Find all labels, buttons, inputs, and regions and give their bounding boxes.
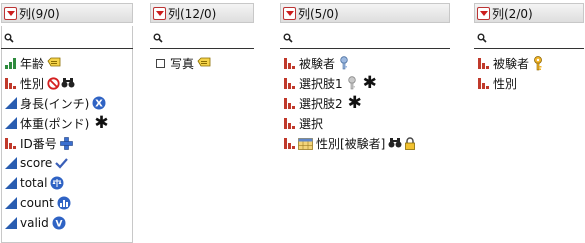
nominal-type-icon	[284, 78, 295, 89]
nominal-type-icon	[5, 78, 16, 89]
column-panel-header: 列(2/0)	[474, 3, 584, 23]
column-label: 体重(ポンド)	[20, 116, 90, 131]
svg-text:V: V	[55, 220, 62, 230]
column-label: 選択	[299, 116, 324, 131]
column-panel-title: 列(12/0)	[168, 6, 217, 21]
column-item-sex[interactable]: 性別	[478, 74, 517, 92]
column-item-total[interactable]: total	[5, 174, 64, 192]
search-icon	[4, 33, 14, 43]
expression-type-icon	[156, 58, 165, 68]
binoculars-icon	[388, 138, 402, 148]
column-panel-1: 列(9/0) 年齢 性別 身長(インチ) X 体重(ポンド) ✱ ID番号 sc…	[1, 3, 133, 243]
asterisk-icon: ✱	[347, 93, 362, 113]
column-search-field[interactable]	[474, 30, 584, 49]
column-label: 年齢	[20, 56, 45, 71]
plus-icon	[59, 136, 73, 150]
checkmark-icon	[55, 158, 69, 169]
column-item-weight[interactable]: 体重(ポンド) ✱	[5, 114, 109, 132]
column-label: 性別[被験者]	[316, 136, 386, 151]
column-item-score[interactable]: score	[5, 154, 69, 172]
nominal-type-icon	[284, 138, 295, 149]
link-id-icon	[347, 76, 356, 90]
nominal-type-icon	[478, 78, 489, 89]
column-search-field[interactable]	[1, 30, 133, 49]
lock-icon	[405, 136, 416, 150]
column-label: 選択肢1	[299, 76, 343, 91]
red-triangle-menu-icon[interactable]	[153, 6, 166, 20]
asterisk-icon: ✱	[362, 73, 377, 93]
link-id-icon	[340, 56, 348, 70]
column-label: score	[20, 156, 53, 170]
column-item-valid[interactable]: valid V	[5, 214, 66, 232]
column-label: 被験者	[299, 56, 336, 71]
column-panel-header: 列(12/0)	[150, 3, 254, 23]
column-label: ID番号	[20, 136, 57, 151]
validation-icon: V	[52, 216, 66, 230]
column-search-field[interactable]	[280, 30, 450, 49]
binoculars-icon	[61, 78, 75, 88]
column-item-choice1[interactable]: 選択肢1 ✱	[284, 74, 377, 92]
search-icon	[153, 33, 163, 43]
column-panel-title: 列(2/0)	[492, 6, 533, 21]
column-panel-header: 列(5/0)	[280, 3, 450, 23]
column-label: 被験者	[493, 56, 530, 71]
column-item-subject[interactable]: 被験者	[284, 54, 350, 72]
red-triangle-menu-icon[interactable]	[283, 6, 296, 20]
column-label: 性別	[20, 76, 45, 91]
column-item-sex-linked[interactable]: 性別[被験者]	[284, 134, 416, 152]
label-tag-icon	[47, 57, 61, 67]
column-item-sex[interactable]: 性別	[5, 74, 75, 92]
search-icon	[283, 33, 293, 43]
continuous-type-icon	[5, 117, 17, 129]
column-panel-title: 列(5/0)	[298, 6, 339, 21]
column-label: total	[20, 176, 48, 190]
column-label: valid	[20, 216, 49, 230]
column-panel-3: 列(5/0) 被験者 選択肢1 ✱ 選択肢2 ✱ 選択 性別[被験者]	[280, 3, 450, 153]
svg-text:X: X	[96, 99, 104, 110]
nominal-type-icon	[284, 58, 295, 69]
nominal-type-icon	[284, 98, 295, 109]
column-label: 性別	[493, 76, 518, 91]
column-item-age[interactable]: 年齢	[5, 54, 61, 72]
key-icon	[534, 55, 542, 70]
column-panel-4: 列(2/0) 被験者 性別	[474, 3, 584, 93]
search-icon	[477, 33, 487, 43]
asterisk-icon: ✱	[94, 113, 109, 133]
column-item-subject[interactable]: 被験者	[478, 54, 544, 72]
nominal-type-icon	[284, 118, 295, 129]
scale-icon	[50, 176, 64, 190]
continuous-type-icon	[5, 97, 17, 109]
column-label: 身長(インチ)	[20, 96, 90, 111]
nominal-type-icon	[478, 58, 489, 69]
nominal-type-icon	[5, 138, 16, 149]
continuous-type-icon	[5, 217, 17, 229]
column-search-field[interactable]	[150, 30, 254, 49]
continuous-type-icon	[5, 157, 17, 169]
no-entry-icon	[47, 76, 60, 90]
column-item-choice[interactable]: 選択	[284, 114, 323, 132]
column-item-id-number[interactable]: ID番号	[5, 134, 73, 152]
linked-table-icon	[298, 138, 313, 150]
label-tag-icon	[197, 57, 211, 67]
x-role-icon: X	[92, 96, 106, 110]
column-item-count[interactable]: count	[5, 194, 71, 212]
frequency-icon	[57, 196, 71, 210]
column-item-photo[interactable]: 写真	[154, 54, 211, 72]
red-triangle-menu-icon[interactable]	[4, 6, 17, 20]
column-item-choice2[interactable]: 選択肢2 ✱	[284, 94, 362, 112]
ordinal-type-icon	[5, 58, 16, 69]
continuous-type-icon	[5, 197, 17, 209]
column-panel-title: 列(9/0)	[19, 6, 60, 21]
column-item-height[interactable]: 身長(インチ) X	[5, 94, 106, 112]
column-panel-2: 列(12/0) 写真	[150, 3, 254, 73]
column-panel-header: 列(9/0)	[1, 3, 133, 23]
column-label: 選択肢2	[299, 96, 343, 111]
red-triangle-menu-icon[interactable]	[477, 6, 490, 20]
column-label: 写真	[170, 56, 195, 71]
continuous-type-icon	[5, 177, 17, 189]
column-label: count	[20, 196, 54, 210]
